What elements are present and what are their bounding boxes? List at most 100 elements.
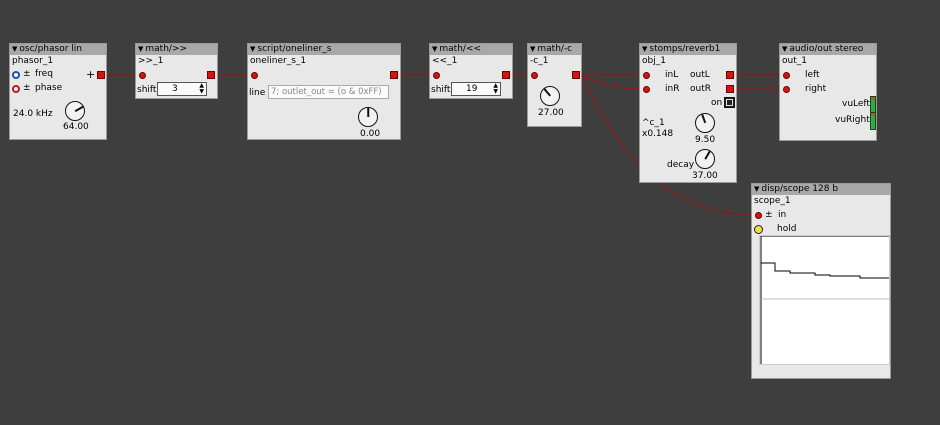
shift-label: shift xyxy=(137,85,157,95)
collapse-icon[interactable]: ▼ xyxy=(138,45,143,53)
output-plus: + xyxy=(86,68,96,81)
reverb-inR-inlet[interactable] xyxy=(643,86,650,93)
shr-outlet[interactable] xyxy=(207,71,215,79)
object-header[interactable]: ▼ math/<< xyxy=(430,44,512,55)
object-header[interactable]: ▼ math/>> xyxy=(136,44,217,55)
instance-name[interactable]: out_1 xyxy=(782,56,807,66)
phasor-object[interactable]: ▼ osc/phasor lin phasor_1 ± freq ± phase … xyxy=(9,43,107,140)
spinner-arrows-icon[interactable]: ▲ ▼ xyxy=(199,83,204,95)
on-toggle[interactable] xyxy=(724,97,735,108)
collapse-icon[interactable]: ▼ xyxy=(782,45,787,53)
object-type: audio/out stereo xyxy=(789,44,864,54)
freq-inlet[interactable] xyxy=(12,71,20,79)
oneliner-object[interactable]: ▼ script/oneliner_s oneliner_s_1 line 7; … xyxy=(247,43,401,140)
line-label: line xyxy=(249,88,266,98)
collapse-icon[interactable]: ▼ xyxy=(432,45,437,53)
freq-knob[interactable] xyxy=(65,101,85,121)
collapse-icon[interactable]: ▼ xyxy=(12,45,17,53)
reverb-outL-outlet[interactable] xyxy=(726,71,734,79)
oneliner-outlet[interactable] xyxy=(390,71,398,79)
object-type: math/-c xyxy=(537,44,573,54)
reverb-inL-inlet[interactable] xyxy=(643,72,650,79)
scope-in-label: in xyxy=(778,210,787,220)
collapse-icon[interactable]: ▼ xyxy=(250,45,255,53)
minus-knob[interactable] xyxy=(540,86,560,106)
outR-label: outR xyxy=(690,84,711,94)
vuLeft-label: vuLeft xyxy=(842,99,870,109)
scope-waveform xyxy=(760,236,889,364)
object-header[interactable]: ▼ math/-c xyxy=(528,44,581,55)
right-label: right xyxy=(805,84,827,94)
freq-label: freq xyxy=(35,69,53,79)
object-type: math/>> xyxy=(145,44,188,54)
object-type: disp/scope 128 b xyxy=(761,184,839,194)
minus-const-object[interactable]: ▼ math/-c -c_1 27.00 xyxy=(527,43,582,127)
scope-inlet[interactable] xyxy=(755,212,762,219)
shr-inlet[interactable] xyxy=(139,72,146,79)
phasor-outlet[interactable] xyxy=(97,71,105,79)
freq-display: 24.0 kHz xyxy=(13,109,53,119)
collapse-icon[interactable]: ▼ xyxy=(530,45,535,53)
shift-number-box[interactable]: 19 ▲ ▼ xyxy=(451,82,501,96)
instance-name[interactable]: oneliner_s_1 xyxy=(250,56,306,66)
shift-value: 19 xyxy=(466,84,478,94)
oneliner-knob[interactable] xyxy=(358,107,378,127)
param-c-knob-value: 9.50 xyxy=(695,135,716,145)
shift-left-object[interactable]: ▼ math/<< <<_1 shift 19 ▲ ▼ xyxy=(429,43,513,99)
object-header[interactable]: ▼ script/oneliner_s xyxy=(248,44,400,55)
shift-label: shift xyxy=(431,85,451,95)
on-label: on xyxy=(711,98,723,108)
phase-pm: ± xyxy=(23,83,31,93)
instance-name[interactable]: -c_1 xyxy=(530,56,548,66)
decay-knob-value: 37.00 xyxy=(692,171,718,181)
object-header[interactable]: ▼ stomps/reverb1 xyxy=(640,44,736,55)
object-header[interactable]: ▼ disp/scope 128 b xyxy=(752,184,890,195)
phase-inlet[interactable] xyxy=(12,85,20,93)
minus-outlet[interactable] xyxy=(572,71,580,79)
scope-pm: ± xyxy=(765,210,773,220)
instance-name[interactable]: <<_1 xyxy=(432,56,457,66)
shift-value: 3 xyxy=(172,84,178,94)
inL-label: inL xyxy=(665,70,679,80)
param-c-value: x0.148 xyxy=(642,129,674,139)
spinner-arrows-icon[interactable]: ▲ ▼ xyxy=(493,83,498,95)
cable-minus-to-reverb-inR xyxy=(579,74,647,90)
left-inlet[interactable] xyxy=(783,72,790,79)
collapse-icon[interactable]: ▼ xyxy=(754,185,759,193)
vu-right-meter xyxy=(870,112,876,130)
shl-inlet[interactable] xyxy=(433,72,440,79)
reverb-object[interactable]: ▼ stomps/reverb1 obj_1 inL inR outL outR … xyxy=(639,43,737,183)
scope-object[interactable]: ▼ disp/scope 128 b scope_1 ± in hold xyxy=(751,183,891,379)
vuRight-label: vuRight xyxy=(835,115,870,125)
hold-button[interactable] xyxy=(754,225,763,234)
audio-out-object[interactable]: ▼ audio/out stereo out_1 left right vuLef… xyxy=(779,43,877,141)
freq-pm: ± xyxy=(23,69,31,79)
scope-display xyxy=(759,235,890,365)
outL-label: outL xyxy=(690,70,710,80)
instance-name[interactable]: >>_1 xyxy=(138,56,163,66)
instance-name[interactable]: phasor_1 xyxy=(12,56,53,66)
minus-knob-value: 27.00 xyxy=(538,108,564,118)
phase-label: phase xyxy=(35,83,63,93)
line-text-field[interactable]: 7; outlet_out = (o & 0xFF) xyxy=(268,85,389,99)
instance-name[interactable]: scope_1 xyxy=(754,196,791,206)
shift-number-box[interactable]: 3 ▲ ▼ xyxy=(157,82,207,96)
object-type: math/<< xyxy=(439,44,482,54)
right-inlet[interactable] xyxy=(783,86,790,93)
object-type: osc/phasor lin xyxy=(19,44,82,54)
minus-inlet[interactable] xyxy=(531,72,538,79)
decay-knob[interactable] xyxy=(695,149,715,169)
freq-knob-value: 64.00 xyxy=(63,122,89,132)
param-c-label: ^c_1 xyxy=(642,118,665,128)
collapse-icon[interactable]: ▼ xyxy=(642,45,647,53)
oneliner-inlet[interactable] xyxy=(251,72,258,79)
inR-label: inR xyxy=(665,84,680,94)
object-header[interactable]: ▼ audio/out stereo xyxy=(780,44,876,55)
shl-outlet[interactable] xyxy=(502,71,510,79)
object-type: stomps/reverb1 xyxy=(649,44,721,54)
param-c-knob[interactable] xyxy=(695,113,715,133)
object-header[interactable]: ▼ osc/phasor lin xyxy=(10,44,106,55)
reverb-outR-outlet[interactable] xyxy=(726,85,734,93)
shift-right-object[interactable]: ▼ math/>> >>_1 shift 3 ▲ ▼ xyxy=(135,43,218,99)
instance-name[interactable]: obj_1 xyxy=(642,56,666,66)
